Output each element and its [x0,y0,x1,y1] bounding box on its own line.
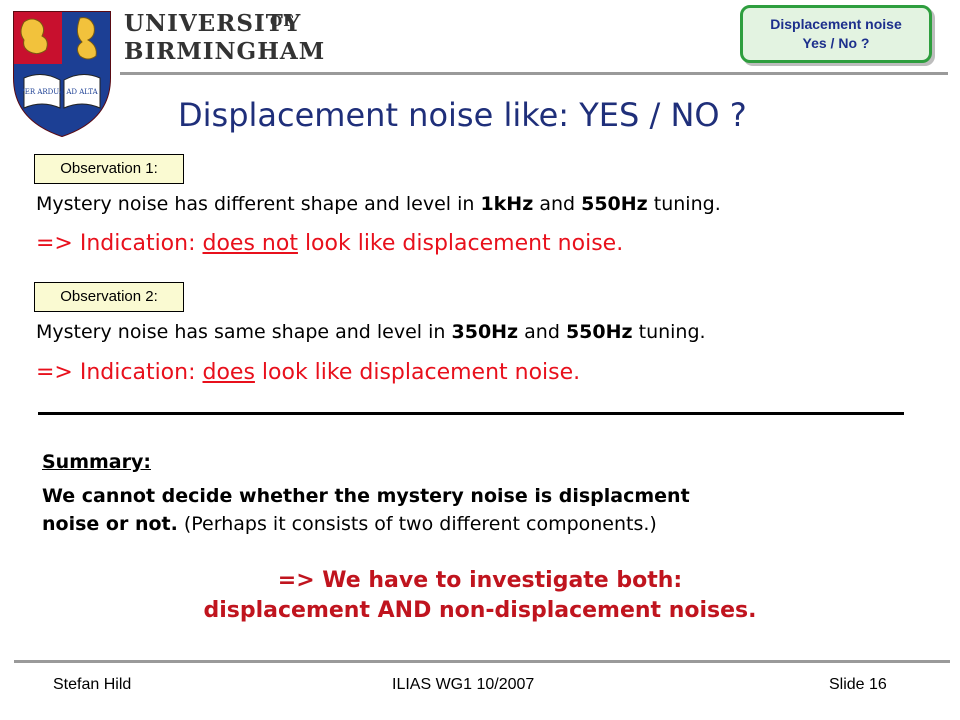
conclusion-line1: => We have to investigate both: [277,568,683,593]
observation1-indication: => Indication: does not look like displa… [36,231,624,256]
badge-line1: Displacement noise [770,16,902,32]
observation2-label: Observation 2: [34,282,184,312]
footer-slide-number: Slide 16 [829,676,887,693]
conclusion-line2: displacement AND non-displacement noises… [203,598,757,623]
observation2-indication: => Indication: does look like displaceme… [36,360,581,385]
observation2-text: Mystery noise has same shape and level i… [36,321,706,343]
section-divider [38,412,904,415]
summary-line1: We cannot decide whether the mystery noi… [42,485,690,507]
topic-badge: Displacement noise Yes / No ? [740,5,932,63]
university-name-of: OF [270,14,295,30]
header-divider [120,72,948,75]
footer-event: ILIAS WG1 10/2007 [392,676,535,693]
page-title: Displacement noise like: YES / NO ? [178,96,747,134]
observation1-text: Mystery noise has different shape and le… [36,193,721,215]
university-crest-logo: PER ARDUA AD ALTA [13,11,111,138]
badge-line2: Yes / No ? [802,35,870,51]
summary-line2: noise or not. (Perhaps it consists of tw… [42,513,657,535]
footer-divider [14,660,950,663]
university-name-line2: BIRMINGHAM [124,38,326,65]
observation1-label: Observation 1: [34,154,184,184]
crest-book-right-text: AD ALTA [65,88,98,96]
summary-heading: Summary: [42,451,151,473]
footer-author: Stefan Hild [53,676,132,693]
crest-book-left-text: PER ARDUA [20,88,65,96]
